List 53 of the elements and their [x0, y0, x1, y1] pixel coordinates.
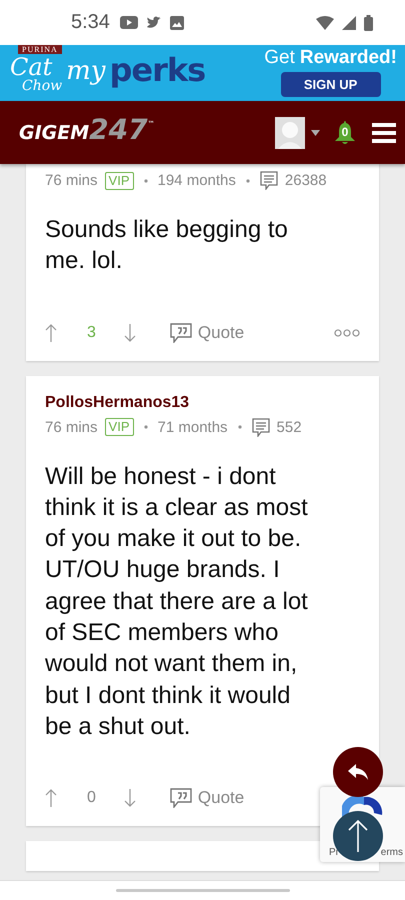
- image-icon: [170, 16, 184, 30]
- reply-icon: [347, 763, 369, 781]
- logo-text: Chow: [21, 78, 62, 94]
- separator-dot: [144, 178, 148, 182]
- upvote-icon[interactable]: [45, 324, 57, 342]
- caret-icon[interactable]: [311, 130, 320, 136]
- privacy-link[interactable]: Pr: [329, 847, 339, 858]
- post-body: Will be honest - i dont think it is a clear as most of you make it out to be. UT/OU huge brands. I agree that there are a lot of SEC members who would not want them in, but I dont think it would be a shut out.: [45, 462, 309, 742]
- vip-badge: VIP: [104, 418, 134, 436]
- vote-count: 0: [87, 789, 96, 808]
- comment-icon: [252, 418, 270, 437]
- home-handle[interactable]: [116, 889, 290, 892]
- signal-icon: [342, 16, 356, 30]
- arrow-up-icon: [347, 819, 369, 853]
- clock-time: 5:34: [71, 11, 110, 34]
- video-app-icon: [120, 16, 138, 29]
- quote-button[interactable]: Quote: [170, 322, 244, 343]
- wifi-icon: [316, 16, 334, 30]
- downvote-icon[interactable]: [124, 789, 136, 808]
- post-count: 552: [276, 418, 302, 436]
- battery-icon: [364, 14, 373, 30]
- menu-icon[interactable]: [372, 122, 396, 142]
- bird-icon: [146, 16, 162, 30]
- vote-count: 3: [87, 324, 96, 342]
- headline-prefix: Get: [264, 47, 295, 69]
- separator-dot: [238, 425, 242, 430]
- member-tenure: 71 months: [158, 418, 228, 436]
- program-name: perks: [109, 54, 206, 86]
- quote-button[interactable]: Quote: [170, 788, 244, 808]
- upvote-icon[interactable]: [45, 789, 57, 808]
- more-options-icon[interactable]: [334, 328, 360, 337]
- headline: Rewarded!: [300, 47, 397, 69]
- brand-label: PURINA: [18, 45, 62, 54]
- logo-text: Cat: [10, 56, 52, 78]
- post-age: 76 mins: [45, 172, 98, 189]
- program-prefix: my: [66, 56, 106, 86]
- notification-count: 0: [340, 124, 350, 138]
- quote-icon: [170, 322, 192, 343]
- post-body: Sounds like begging to me. lol.: [45, 215, 289, 276]
- vip-badge: VIP: [104, 172, 134, 190]
- sign-up-button[interactable]: SIGN UP: [280, 72, 381, 97]
- comment-icon: [260, 171, 278, 190]
- quote-icon: [170, 788, 192, 808]
- downvote-icon[interactable]: [124, 324, 136, 342]
- terms-link[interactable]: erms: [380, 847, 403, 858]
- post-age: 76 mins: [45, 418, 98, 436]
- logo-text: GIGEM: [19, 122, 90, 146]
- logo-number: 247: [89, 116, 148, 144]
- member-tenure: 194 months: [158, 172, 236, 189]
- author-name[interactable]: PollosHermanos13: [45, 394, 360, 412]
- separator-dot: [246, 178, 250, 182]
- post-count: 26388: [284, 172, 327, 189]
- separator-dot: [144, 425, 148, 430]
